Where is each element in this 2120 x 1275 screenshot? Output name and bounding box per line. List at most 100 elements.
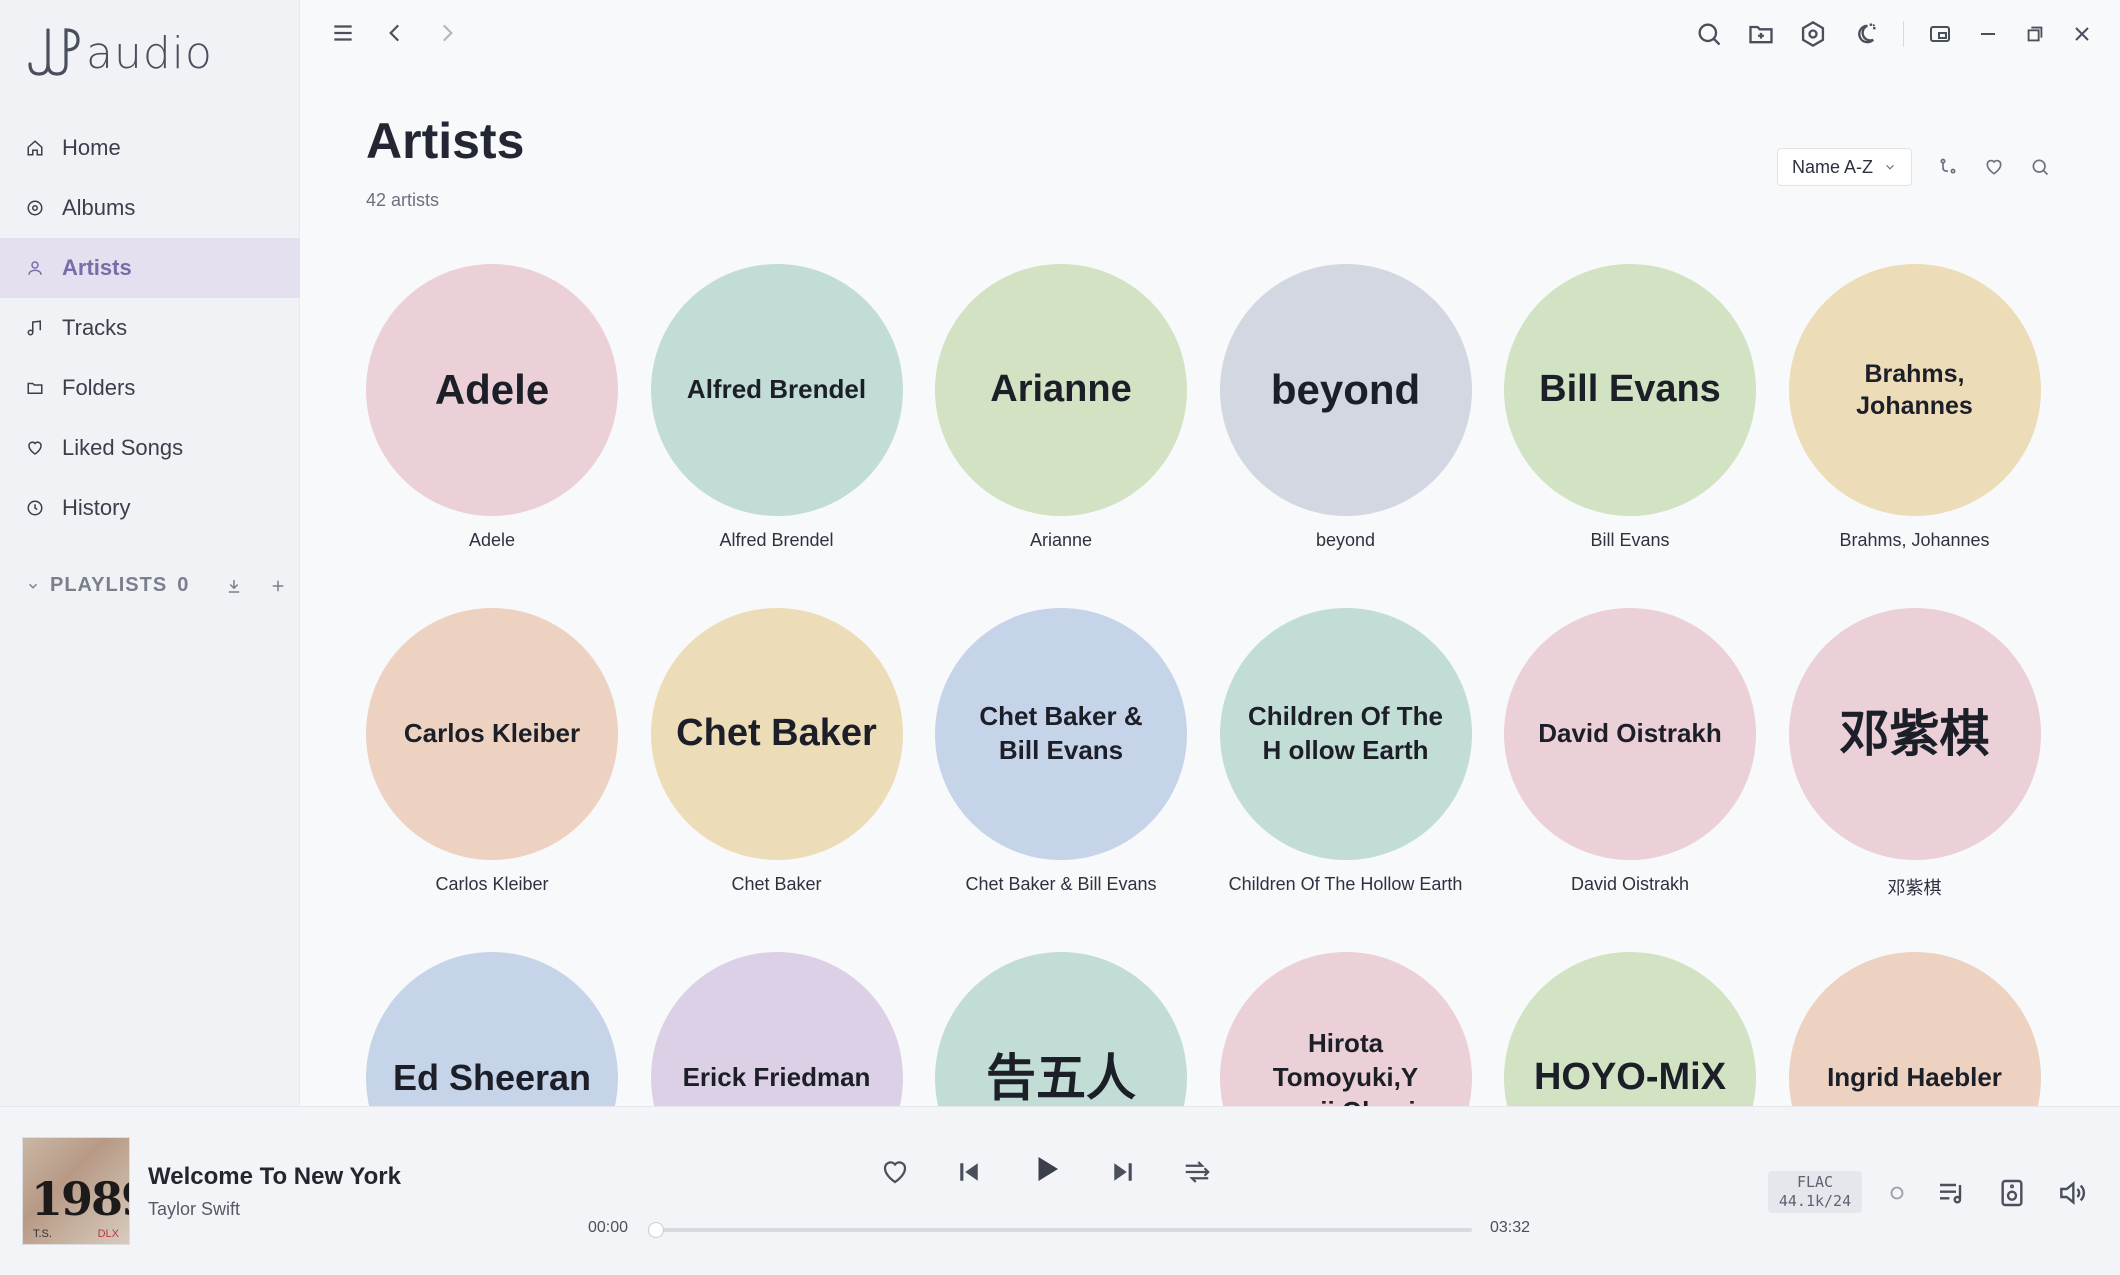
- artist-card[interactable]: 告五人告五人: [935, 952, 1187, 1106]
- topbar-actions: [1695, 20, 2094, 48]
- forward-icon[interactable]: [434, 20, 460, 46]
- sort-dropdown[interactable]: Name A-Z: [1776, 148, 1912, 186]
- artist-avatar[interactable]: 邓紫棋: [1788, 608, 2041, 860]
- cover-edition: DLX: [97, 1228, 119, 1240]
- artist-avatar[interactable]: HOYO-MiX: [1504, 952, 1756, 1106]
- artist-avatar[interactable]: Children Of The H ollow Earth: [1219, 608, 1472, 860]
- back-icon[interactable]: [382, 20, 408, 46]
- status-dot-icon[interactable]: [1886, 1182, 1908, 1204]
- artist-avatar[interactable]: Chet Baker: [650, 608, 903, 860]
- artist-avatar[interactable]: Ed Sheeran: [366, 952, 618, 1106]
- close-icon[interactable]: [2070, 22, 2094, 46]
- mini-player-icon[interactable]: [1928, 22, 1952, 46]
- artist-name[interactable]: Adele: [469, 530, 515, 551]
- artist-card[interactable]: Children Of The H ollow Earth Children Of…: [1219, 608, 1472, 952]
- progress-handle[interactable]: [648, 1222, 664, 1238]
- sidebar-item-tracks[interactable]: Tracks: [0, 298, 300, 358]
- person-icon: [28, 261, 42, 275]
- chevron-down-icon[interactable]: [26, 579, 40, 593]
- home-icon: [27, 140, 43, 156]
- artist-name[interactable]: Bill Evans: [1590, 530, 1669, 551]
- artist-card[interactable]: Chet Baker & Bill Evans Chet Baker & Bill…: [935, 608, 1187, 952]
- artist-card[interactable]: Chet Baker Chet Baker: [650, 608, 903, 952]
- topbar-navigation: [330, 20, 460, 46]
- add-playlist-icon[interactable]: [269, 577, 287, 595]
- sidebar-item-home[interactable]: Home: [0, 118, 300, 178]
- artist-card[interactable]: Adele Adele: [366, 264, 618, 608]
- artist-card[interactable]: Erick FriedmanErick Friedman: [650, 952, 903, 1106]
- shuffle-icon[interactable]: [1182, 1157, 1212, 1187]
- minimize-icon[interactable]: [1976, 22, 2000, 46]
- output-device-icon[interactable]: [1996, 1177, 2028, 1209]
- artist-name[interactable]: Alfred Brendel: [719, 530, 833, 551]
- artist-name[interactable]: Chet Baker: [731, 874, 821, 895]
- sidebar-item-history[interactable]: History: [0, 478, 300, 538]
- artist-avatar[interactable]: Erick Friedman: [650, 952, 903, 1106]
- add-folder-icon[interactable]: [1747, 20, 1775, 48]
- now-playing-artist[interactable]: Taylor Swift: [148, 1199, 240, 1220]
- artist-name[interactable]: Brahms, Johannes: [1839, 530, 1989, 551]
- search-artists-icon[interactable]: [2030, 157, 2050, 177]
- artist-card[interactable]: Bill Evans Bill Evans: [1504, 264, 1756, 608]
- favorite-filter-icon[interactable]: [1984, 157, 2004, 177]
- sidebar-item-folders[interactable]: Folders: [0, 358, 300, 418]
- sidebar-item-albums[interactable]: Albums: [0, 178, 300, 238]
- sidebar-item-label: Home: [62, 135, 121, 160]
- artist-name[interactable]: 邓紫棋: [1888, 874, 1942, 900]
- chevron-down-icon: [1886, 164, 1894, 170]
- artist-name[interactable]: beyond: [1316, 530, 1375, 551]
- artist-grid-viewport[interactable]: Adele Adele Alfred Brendel Alfred Brendel Ar…: [300, 250, 2120, 1106]
- artist-avatar[interactable]: Carlos Kleiber: [366, 608, 618, 860]
- volume-icon[interactable]: [2056, 1177, 2088, 1209]
- artist-card[interactable]: HOYO-MiXHOYO-MiX: [1504, 952, 1756, 1106]
- import-playlist-icon[interactable]: [225, 577, 243, 595]
- artist-avatar[interactable]: 告五人: [935, 952, 1187, 1106]
- maximize-icon[interactable]: [2024, 23, 2046, 45]
- now-playing-title[interactable]: Welcome To New York: [148, 1163, 401, 1191]
- sidebar-item-artists[interactable]: Artists: [0, 238, 300, 298]
- artist-card[interactable]: Arianne Arianne: [935, 264, 1187, 608]
- sidebar-item-liked-songs[interactable]: Liked Songs: [0, 418, 300, 478]
- artist-avatar[interactable]: beyond: [1219, 264, 1472, 516]
- artist-card[interactable]: Brahms, Johannes Brahms, Johannes: [1788, 264, 2041, 608]
- theme-icon[interactable]: [1851, 20, 1879, 48]
- queue-icon[interactable]: [1936, 1177, 1968, 1209]
- sidebar: audio Home Albums Artists Tracks Folders…: [0, 0, 300, 1106]
- artist-avatar[interactable]: Alfred Brendel: [650, 264, 903, 516]
- play-button[interactable]: [1028, 1151, 1064, 1192]
- artist-name[interactable]: David Oistrakh: [1571, 874, 1689, 895]
- artist-avatar[interactable]: Arianne: [935, 264, 1187, 516]
- artist-card[interactable]: 邓紫棋 邓紫棋: [1788, 608, 2041, 952]
- artist-avatar[interactable]: Adele: [366, 264, 618, 516]
- app-logo[interactable]: audio: [24, 24, 213, 82]
- artist-name[interactable]: Carlos Kleiber: [435, 874, 548, 895]
- player-bar: 1989 T.S. DLX Welcome To New York Taylor…: [0, 1106, 2120, 1275]
- artist-card[interactable]: Carlos Kleiber Carlos Kleiber: [366, 608, 618, 952]
- artist-card[interactable]: Ed SheeranEd Sheeran: [366, 952, 618, 1106]
- artist-avatar[interactable]: Hirota Tomoyuki,Y asuji Ohagi: [1219, 952, 1472, 1106]
- previous-icon[interactable]: [954, 1157, 984, 1187]
- album-cover[interactable]: 1989 T.S. DLX: [22, 1137, 130, 1245]
- like-icon[interactable]: [880, 1157, 910, 1187]
- artist-avatar[interactable]: David Oistrakh: [1504, 608, 1756, 860]
- artist-avatar[interactable]: Ingrid Haebler: [1788, 952, 2041, 1106]
- sidebar-item-label: Tracks: [62, 315, 128, 340]
- artist-card[interactable]: Ingrid HaeblerIngrid Haebler: [1788, 952, 2041, 1106]
- playlists-label[interactable]: PLAYLISTS: [50, 574, 167, 597]
- progress-bar[interactable]: [648, 1222, 1472, 1238]
- filter-icon[interactable]: [1938, 157, 1958, 177]
- settings-icon[interactable]: [1799, 20, 1827, 48]
- next-icon[interactable]: [1108, 1157, 1138, 1187]
- artist-card[interactable]: Hirota Tomoyuki,Y asuji OhagiHirota Tomo…: [1219, 952, 1472, 1106]
- artist-avatar[interactable]: Bill Evans: [1504, 264, 1756, 516]
- search-icon[interactable]: [1695, 20, 1723, 48]
- artist-name[interactable]: Children Of The Hollow Earth: [1229, 874, 1463, 895]
- artist-avatar[interactable]: Brahms, Johannes: [1788, 264, 2041, 516]
- artist-card[interactable]: beyond beyond: [1219, 264, 1472, 608]
- artist-card[interactable]: David Oistrakh David Oistrakh: [1504, 608, 1756, 952]
- artist-name[interactable]: Chet Baker & Bill Evans: [965, 874, 1156, 895]
- artist-name[interactable]: Arianne: [1030, 530, 1092, 551]
- artist-card[interactable]: Alfred Brendel Alfred Brendel: [650, 264, 903, 608]
- artist-avatar[interactable]: Chet Baker & Bill Evans: [935, 608, 1187, 860]
- menu-icon[interactable]: [330, 20, 356, 46]
